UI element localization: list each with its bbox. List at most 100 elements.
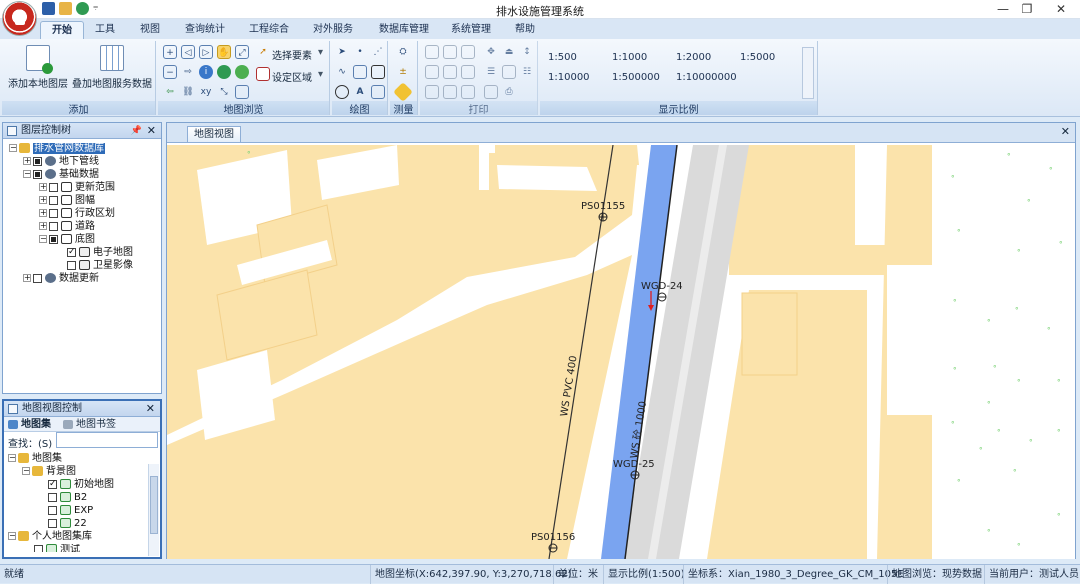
image-icon[interactable] — [371, 85, 385, 99]
expand-icon[interactable]: + — [39, 196, 47, 204]
print-icon-7[interactable] — [425, 65, 439, 79]
scale-1-2000[interactable]: 1:2000 — [676, 52, 711, 63]
tab-view[interactable]: 视图 — [133, 21, 167, 39]
layer-tree-close-button[interactable]: ✕ — [147, 123, 156, 139]
tree-item-admin-division[interactable]: + 行政区划 — [39, 208, 115, 220]
print-icon-13[interactable] — [425, 85, 439, 99]
scale-1-500[interactable]: 1:500 — [548, 52, 577, 63]
checkbox[interactable] — [49, 234, 58, 244]
checkbox[interactable] — [49, 182, 58, 192]
measure-line-icon[interactable]: ± — [396, 65, 410, 79]
print-icon-12[interactable]: ☷ — [520, 65, 534, 79]
select-element-button[interactable]: 选择要素 — [272, 47, 312, 62]
print-icon-5[interactable]: ⏏ — [502, 45, 516, 59]
maximize-button[interactable]: ❐ — [1012, 1, 1042, 17]
collapse-icon[interactable]: − — [39, 235, 47, 243]
tab-external[interactable]: 对外服务 — [308, 21, 358, 39]
measure-area-icon[interactable]: ⛭ — [396, 45, 410, 59]
tab-tools[interactable]: 工具 — [88, 21, 122, 39]
shrink-icon[interactable]: ⤡ — [217, 85, 231, 99]
expand-icon[interactable]: + — [39, 183, 47, 191]
print-icon-16[interactable] — [484, 85, 498, 99]
scale-1-10000000[interactable]: 1:10000000 — [676, 72, 737, 83]
map-close-button[interactable]: ✕ — [1061, 125, 1070, 138]
checkbox[interactable] — [48, 478, 57, 490]
print-icon-10[interactable]: ☰ — [484, 65, 498, 79]
app-logo[interactable] — [2, 1, 37, 36]
zoom-previous-icon[interactable]: ◁ — [181, 45, 195, 59]
checkbox[interactable] — [67, 246, 76, 258]
scale-1-500000[interactable]: 1:500000 — [612, 72, 660, 83]
expand-icon[interactable]: + — [23, 157, 31, 165]
tree-item-sheet[interactable]: + 图幅 — [39, 195, 95, 207]
search-input[interactable] — [56, 432, 158, 448]
collapse-icon[interactable]: − — [8, 532, 16, 540]
set-area-button[interactable]: 设定区域 — [272, 69, 312, 84]
print-icon-17[interactable]: ⎙ — [502, 85, 516, 99]
map-view-control-close-button[interactable]: ✕ — [146, 401, 155, 417]
ruler-icon[interactable] — [393, 82, 413, 102]
print-icon-4[interactable]: ✥ — [484, 45, 498, 59]
polygon-icon[interactable] — [353, 65, 367, 79]
tree-item-road[interactable]: + 道路 — [39, 221, 95, 233]
print-icon-11[interactable] — [502, 65, 516, 79]
set-area-dropdown-icon[interactable]: ▾ — [318, 69, 323, 80]
collapse-icon[interactable]: − — [9, 144, 17, 152]
tab-database[interactable]: 数据库管理 — [374, 21, 434, 39]
tree-item-basic-data[interactable]: − 基础数据 — [23, 169, 99, 181]
print-icon-2[interactable] — [443, 45, 457, 59]
point-icon[interactable]: • — [353, 45, 367, 59]
tab-help[interactable]: 帮助 — [508, 21, 542, 39]
select-dropdown-icon[interactable]: ▾ — [318, 47, 323, 58]
scale-1-1000[interactable]: 1:1000 — [612, 52, 647, 63]
tab-map-view[interactable]: 地图视图 — [187, 126, 241, 142]
tree-item-exp[interactable]: EXP — [48, 505, 93, 517]
tab-query[interactable]: 查询统计 — [180, 21, 230, 39]
collapse-icon[interactable]: − — [22, 467, 30, 475]
tree-item-background[interactable]: − 背景图 — [22, 466, 76, 478]
scrollbar-thumb[interactable] — [150, 476, 158, 534]
pin-icon[interactable]: 📌 — [131, 123, 142, 139]
collapse-icon[interactable]: − — [8, 454, 16, 462]
checkbox[interactable] — [48, 518, 57, 528]
scale-1-10000[interactable]: 1:10000 — [548, 72, 590, 83]
zoom-next-icon[interactable]: ▷ — [199, 45, 213, 59]
checkbox[interactable] — [67, 260, 76, 270]
pan-hand-icon[interactable]: ✋ — [217, 45, 231, 59]
tab-bookmarks[interactable]: 地图书签 — [62, 418, 116, 431]
print-icon-14[interactable] — [443, 85, 457, 99]
checkbox[interactable] — [33, 273, 42, 283]
earth-icon[interactable] — [217, 65, 231, 79]
collapse-icon[interactable]: − — [23, 170, 31, 178]
curve-icon[interactable]: ∿ — [335, 65, 349, 79]
forward-icon[interactable]: ⇨ — [181, 65, 195, 79]
print-icon-6[interactable]: ↕ — [520, 45, 534, 59]
tree-item-data-update[interactable]: + 数据更新 — [23, 273, 99, 285]
back-arrow-icon[interactable]: ⇦ — [163, 85, 177, 99]
checkbox[interactable] — [33, 156, 42, 166]
print-preview-icon[interactable] — [235, 85, 249, 99]
tree-item-initial-map[interactable]: 初始地图 — [48, 478, 114, 491]
checkbox[interactable] — [34, 544, 43, 552]
text-icon[interactable]: A — [353, 85, 367, 99]
checkbox[interactable] — [49, 195, 58, 205]
print-icon-15[interactable] — [461, 85, 475, 99]
tab-engineering[interactable]: 工程综合 — [244, 21, 294, 39]
checkbox[interactable] — [48, 492, 57, 502]
close-button[interactable]: ✕ — [1046, 1, 1076, 17]
tree-item-22[interactable]: 22 — [48, 518, 87, 530]
scale-gallery-scroll[interactable] — [802, 47, 814, 99]
refresh-icon[interactable] — [235, 65, 249, 79]
link-icon[interactable]: ⛓ — [181, 85, 195, 99]
print-icon-3[interactable] — [461, 45, 475, 59]
tree-item-basemap[interactable]: − 底图 — [39, 234, 95, 246]
xy-locate-icon[interactable]: xy — [199, 85, 213, 99]
scale-1-5000[interactable]: 1:5000 — [740, 52, 775, 63]
tree-item-update-range[interactable]: + 更新范围 — [39, 182, 115, 194]
checkbox[interactable] — [48, 505, 57, 515]
tree-item-satellite[interactable]: 卫星影像 — [67, 260, 133, 272]
expand-icon[interactable]: + — [39, 209, 47, 217]
zoom-in-icon[interactable]: + — [163, 45, 177, 59]
add-local-layer-button[interactable]: 添加本地图层 — [6, 45, 70, 90]
expand-icon[interactable]: + — [39, 222, 47, 230]
